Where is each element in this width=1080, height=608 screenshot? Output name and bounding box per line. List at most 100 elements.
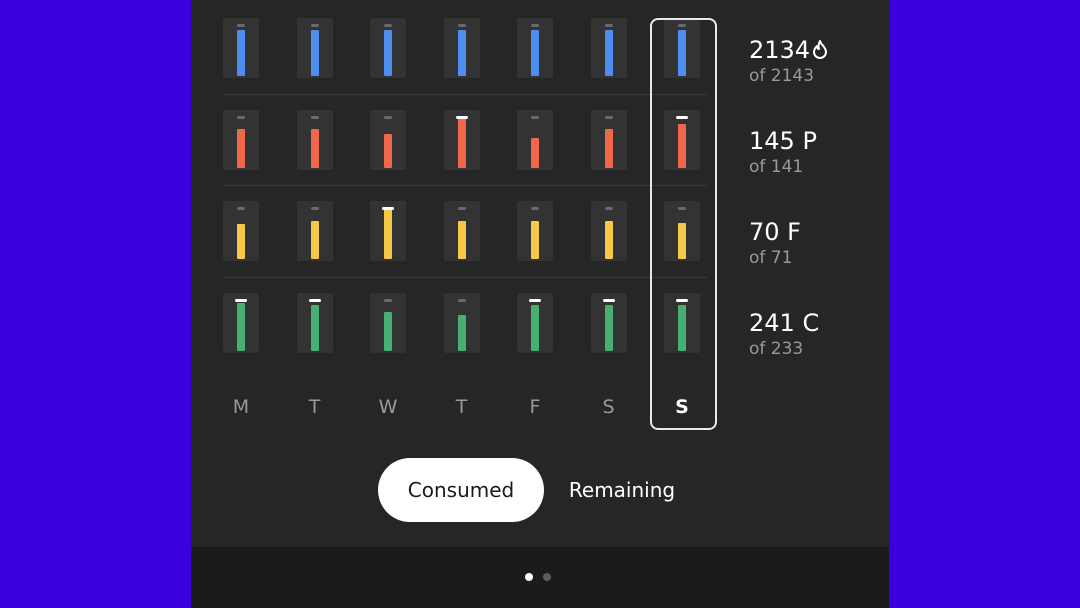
page-dot[interactable] xyxy=(543,573,551,581)
carbs-bar-t[interactable] xyxy=(296,292,333,353)
protein-fill xyxy=(457,117,466,168)
selected-day-highlight[interactable] xyxy=(650,18,717,430)
row-divider xyxy=(223,276,707,278)
calories-value: 2134 xyxy=(749,36,828,64)
goal-marker xyxy=(604,24,613,27)
fat-bar-t[interactable] xyxy=(443,201,480,261)
protein-bar-t[interactable] xyxy=(443,109,480,170)
row-divider xyxy=(223,185,707,186)
protein-bar-m[interactable] xyxy=(223,109,259,170)
goal-reached-marker xyxy=(529,298,541,302)
calories-fill xyxy=(457,30,466,76)
calories-goal: of 2143 xyxy=(749,66,815,86)
goal-reached-marker xyxy=(382,207,394,210)
bottom-bar xyxy=(191,547,889,608)
day-label[interactable]: S xyxy=(591,396,627,418)
fat-goal: of 71 xyxy=(749,248,793,268)
day-label[interactable]: W xyxy=(370,396,406,418)
goal-marker xyxy=(310,115,319,119)
consumed-label: Consumed xyxy=(407,478,515,502)
goal-marker xyxy=(604,115,613,119)
calories-bar-m[interactable] xyxy=(223,18,259,78)
carbs-fill xyxy=(531,304,539,351)
day-label[interactable]: T xyxy=(444,396,480,418)
goal-marker xyxy=(237,207,245,210)
day-label[interactable]: T xyxy=(297,396,333,418)
consumed-toggle-button[interactable]: Consumed xyxy=(378,458,544,522)
carbs-fill xyxy=(310,304,319,351)
goal-marker xyxy=(310,207,319,210)
page-indicator xyxy=(525,573,551,581)
fat-bar-w[interactable] xyxy=(370,201,406,261)
fat-total: 70 Fof 71 xyxy=(749,218,801,268)
calories-fill xyxy=(310,30,319,76)
goal-reached-marker xyxy=(602,298,615,302)
carbs-bar-w[interactable] xyxy=(370,292,406,353)
fat-bar-t[interactable] xyxy=(296,201,333,261)
flame-icon xyxy=(813,40,828,59)
carbs-fill xyxy=(384,312,392,351)
fat-value: 70 F xyxy=(749,218,801,246)
fat-fill xyxy=(237,224,245,259)
carbs-bar-s[interactable] xyxy=(590,292,627,353)
goal-reached-marker xyxy=(308,298,321,302)
remaining-toggle-button[interactable]: Remaining xyxy=(557,458,687,522)
protein-bar-s[interactable] xyxy=(590,109,627,170)
protein-fill xyxy=(384,133,392,168)
goal-reached-marker xyxy=(235,298,247,302)
calories-bar-w[interactable] xyxy=(370,18,406,78)
goal-marker xyxy=(531,24,539,27)
fat-bar-f[interactable] xyxy=(517,201,553,261)
carbs-value: 241 C xyxy=(749,309,820,337)
fat-fill xyxy=(604,220,613,259)
fat-fill xyxy=(384,207,392,259)
carbs-fill xyxy=(604,304,613,351)
carbs-total: 241 Cof 233 xyxy=(749,309,819,359)
fat-fill xyxy=(310,220,319,259)
row-divider xyxy=(223,93,707,95)
remaining-label: Remaining xyxy=(568,478,676,502)
page-dot[interactable] xyxy=(525,573,533,581)
goal-marker xyxy=(237,115,245,119)
protein-fill xyxy=(237,129,245,168)
calories-fill xyxy=(237,30,245,76)
protein-goal: of 141 xyxy=(749,157,804,177)
goal-marker xyxy=(384,24,392,27)
weekly-bar-grid: MTWTFSS xyxy=(223,18,707,418)
carbs-bar-f[interactable] xyxy=(517,292,553,353)
protein-fill xyxy=(310,129,319,168)
protein-fill xyxy=(531,137,539,168)
calories-bar-f[interactable] xyxy=(517,18,553,78)
calories-total: 2134 of 2143 xyxy=(749,36,828,86)
goal-marker xyxy=(457,207,466,210)
goal-marker xyxy=(604,207,613,210)
calories-bar-s[interactable] xyxy=(590,18,627,78)
goal-marker xyxy=(457,24,466,27)
protein-bar-f[interactable] xyxy=(517,109,553,170)
fat-fill xyxy=(457,220,466,259)
goal-marker xyxy=(384,298,392,302)
calories-fill xyxy=(384,30,392,76)
protein-value: 145 P xyxy=(749,127,817,155)
calories-bar-t[interactable] xyxy=(443,18,480,78)
calories-fill xyxy=(604,30,613,76)
calories-bar-t[interactable] xyxy=(296,18,333,78)
carbs-bar-t[interactable] xyxy=(443,292,480,353)
protein-total: 145 Pof 141 xyxy=(749,127,817,177)
fat-bar-m[interactable] xyxy=(223,201,259,261)
protein-bar-t[interactable] xyxy=(296,109,333,170)
goal-marker xyxy=(310,24,319,27)
carbs-bar-m[interactable] xyxy=(223,292,259,353)
goal-reached-marker xyxy=(455,115,468,119)
calories-fill xyxy=(531,30,539,76)
fat-bar-s[interactable] xyxy=(590,201,627,261)
goal-marker xyxy=(457,298,466,302)
goal-marker xyxy=(531,115,539,119)
day-label[interactable]: M xyxy=(223,396,259,418)
carbs-fill xyxy=(457,314,466,351)
carbs-fill xyxy=(237,303,245,351)
day-label[interactable]: F xyxy=(517,396,553,418)
protein-bar-w[interactable] xyxy=(370,109,406,170)
fat-fill xyxy=(531,220,539,259)
goal-marker xyxy=(384,115,392,119)
